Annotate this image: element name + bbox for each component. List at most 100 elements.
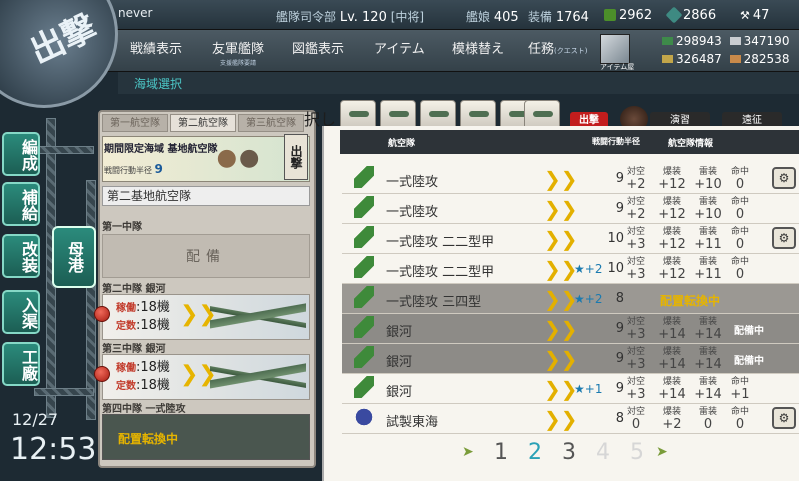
stat-label: 対空 (626, 377, 645, 387)
squadron-3-label: 第三中隊 銀河 (102, 344, 166, 355)
ship-label: 艦娘 (466, 10, 491, 24)
stat-value: +14 (694, 327, 722, 342)
ginga-plane-icon (210, 358, 306, 396)
stat-value: +14 (658, 357, 686, 372)
squadron-3-count: 定数:18機 (116, 374, 170, 393)
stat-label: 爆装 (662, 167, 681, 177)
menu-quest[interactable]: 任務(クエスト) (528, 38, 587, 57)
stat-acc: 命中 0 (722, 256, 758, 282)
nav-remodel[interactable]: 改装 (2, 234, 40, 278)
menu-friend-sub: 支援艦隊要請 (220, 60, 257, 67)
plane-type-tab-3[interactable] (420, 100, 456, 128)
corps-name-field[interactable]: 第二基地航空隊 (102, 186, 310, 206)
squadron-3-active: 稼働:18機 (116, 356, 170, 375)
shop-icon[interactable] (600, 34, 630, 64)
sea-area-bar (118, 72, 799, 94)
squadron-3-status-icon (94, 366, 110, 382)
squadron-3-active-value: :18機 (136, 360, 170, 375)
menu-furniture-label: 模様替え (452, 42, 505, 57)
plane-row[interactable]: 銀河 ❯❯ 9 対空 +3 爆装 +14 雷装 +14 配備中 (342, 344, 799, 374)
pager-prev-icon[interactable]: ➤ (462, 444, 474, 460)
improvement-level: ★+2 (574, 292, 603, 306)
stat-value: +10 (694, 177, 722, 192)
plane-row[interactable]: 試製東海 ❯❯ 8 対空 0 爆装 +2 雷装 0 命中 0 ⚙ (342, 404, 799, 434)
nav-supply[interactable]: 補給 (2, 182, 40, 226)
stat-torp: 雷装 +10 (690, 166, 726, 192)
stat-torp: 雷装 +14 (690, 346, 726, 372)
land-attacker-icon (354, 346, 374, 368)
stat-bomb: 爆装 +14 (654, 376, 690, 402)
page-1[interactable]: 1 (494, 440, 508, 465)
plane-row[interactable]: 一式陸攻 ❯❯ 9 対空 +2 爆装 +12 雷装 +10 命中 0 ⚙ (342, 164, 799, 194)
stat-label: 雷装 (698, 317, 717, 327)
practice-label: 演習 (670, 115, 690, 126)
nav-home-port[interactable]: 母港 (52, 226, 96, 288)
nav-supply-label: 補給 (19, 189, 38, 221)
stat-bomb: 爆装 +12 (654, 196, 690, 222)
bauxite-icon (729, 55, 741, 63)
chevron-icon: ❯❯ (544, 287, 578, 311)
steel-icon (729, 37, 741, 45)
tab-air-corps-1-label: 第一航空隊 (110, 118, 160, 129)
plane-type-tab-2[interactable] (380, 100, 416, 128)
page-5[interactable]: 5 (630, 440, 644, 465)
menu-record[interactable]: 戦績表示 (130, 38, 182, 57)
page-4[interactable]: 4 (596, 440, 610, 465)
equip-detail-icon[interactable]: ⚙ (772, 167, 796, 189)
sortie-button[interactable]: 出撃 (284, 134, 308, 180)
plane-name: 一式陸攻 二二型甲 (386, 235, 495, 250)
stat-label: 雷装 (698, 227, 717, 237)
land-attacker-icon (354, 286, 374, 308)
nav-remodel-label: 改装 (19, 241, 38, 273)
improvement-level: ★+2 (574, 262, 603, 276)
plane-type-tab-1[interactable] (340, 100, 376, 128)
page-3[interactable]: 3 (562, 440, 576, 465)
menu-items[interactable]: アイテム (374, 38, 425, 57)
stat-value: +3 (626, 237, 646, 252)
tab-air-corps-3[interactable]: 第三航空隊 (238, 114, 304, 132)
stat-value: +11 (694, 237, 722, 252)
plane-row[interactable]: 一式陸攻 三四型 ❯❯ ★+2 8 配置転換中 (342, 284, 799, 314)
stat-value: 0 (735, 207, 745, 222)
menu-furniture[interactable]: 模様替え (452, 38, 504, 57)
nav-factory[interactable]: 工廠 (2, 342, 40, 386)
stat-aa: 対空 +2 (618, 196, 654, 222)
rank: [中将] (390, 10, 425, 24)
nav-organize[interactable]: 編成 (2, 132, 40, 176)
equip-detail-icon[interactable]: ⚙ (772, 407, 796, 429)
squadron-3-count-label: 定数 (116, 381, 136, 392)
nav-repair[interactable]: 入渠 (2, 290, 40, 334)
plane-type-tab-6[interactable] (524, 100, 560, 128)
squadron-1-slot[interactable]: 配備 (102, 234, 310, 278)
pager-next-icon[interactable]: ➤ (656, 444, 668, 460)
stat-label: 命中 (730, 227, 749, 237)
tab-air-corps-2[interactable]: 第二航空隊 (170, 114, 236, 132)
tab-air-corps-2-label: 第二航空隊 (178, 118, 228, 129)
bucket-value: 2866 (683, 8, 717, 23)
stat-value: 0 (735, 417, 745, 432)
equip-detail-icon[interactable]: ⚙ (772, 227, 796, 249)
plane-row[interactable]: 銀河 ❯❯ 9 対空 +3 爆装 +14 雷装 +14 配備中 (342, 314, 799, 344)
plane-row[interactable]: 銀河 ❯❯ ★+1 9 対空 +3 爆装 +14 雷装 +14 命中 +1 (342, 374, 799, 404)
stat-value: +3 (626, 387, 646, 402)
plane-row[interactable]: 一式陸攻 二二型甲 ❯❯ 10 対空 +3 爆装 +12 雷装 +11 命中 0 ⚙ (342, 224, 799, 254)
shop-label: アイテム屋 (600, 63, 635, 71)
stat-value: +2 (626, 177, 646, 192)
page-2[interactable]: 2 (528, 440, 542, 465)
squadron-2-active-label: 稼働 (116, 303, 136, 314)
menu-encyclopedia[interactable]: 図鑑表示 (292, 38, 344, 57)
squadron-4-label: 第四中隊 一式陸攻 (102, 404, 186, 415)
tab-air-corps-1[interactable]: 第一航空隊 (102, 114, 168, 132)
deployed-badge: 配備中 (734, 356, 764, 367)
stat-acc: 命中 0 (722, 166, 758, 192)
menu-friend-fleet[interactable]: 友軍艦隊 支援艦隊要請 (212, 38, 264, 67)
plane-type-tab-4[interactable] (460, 100, 496, 128)
plane-row[interactable]: 一式陸攻 二二型甲 ❯❯ ★+2 10 対空 +3 爆装 +12 雷装 +11 命中 0 (342, 254, 799, 284)
chevron-icon: ❯❯ (544, 347, 578, 371)
clock: 12:53 (10, 432, 97, 467)
header-range: 戦闘行動半径 (592, 137, 640, 146)
plane-row[interactable]: 一式陸攻 ❯❯ 9 対空 +2 爆装 +12 雷装 +10 命中 0 (342, 194, 799, 224)
land-attacker-icon (354, 316, 374, 338)
plane-name: 一式陸攻 (386, 205, 439, 220)
menu-record-label: 戦績表示 (130, 42, 183, 57)
